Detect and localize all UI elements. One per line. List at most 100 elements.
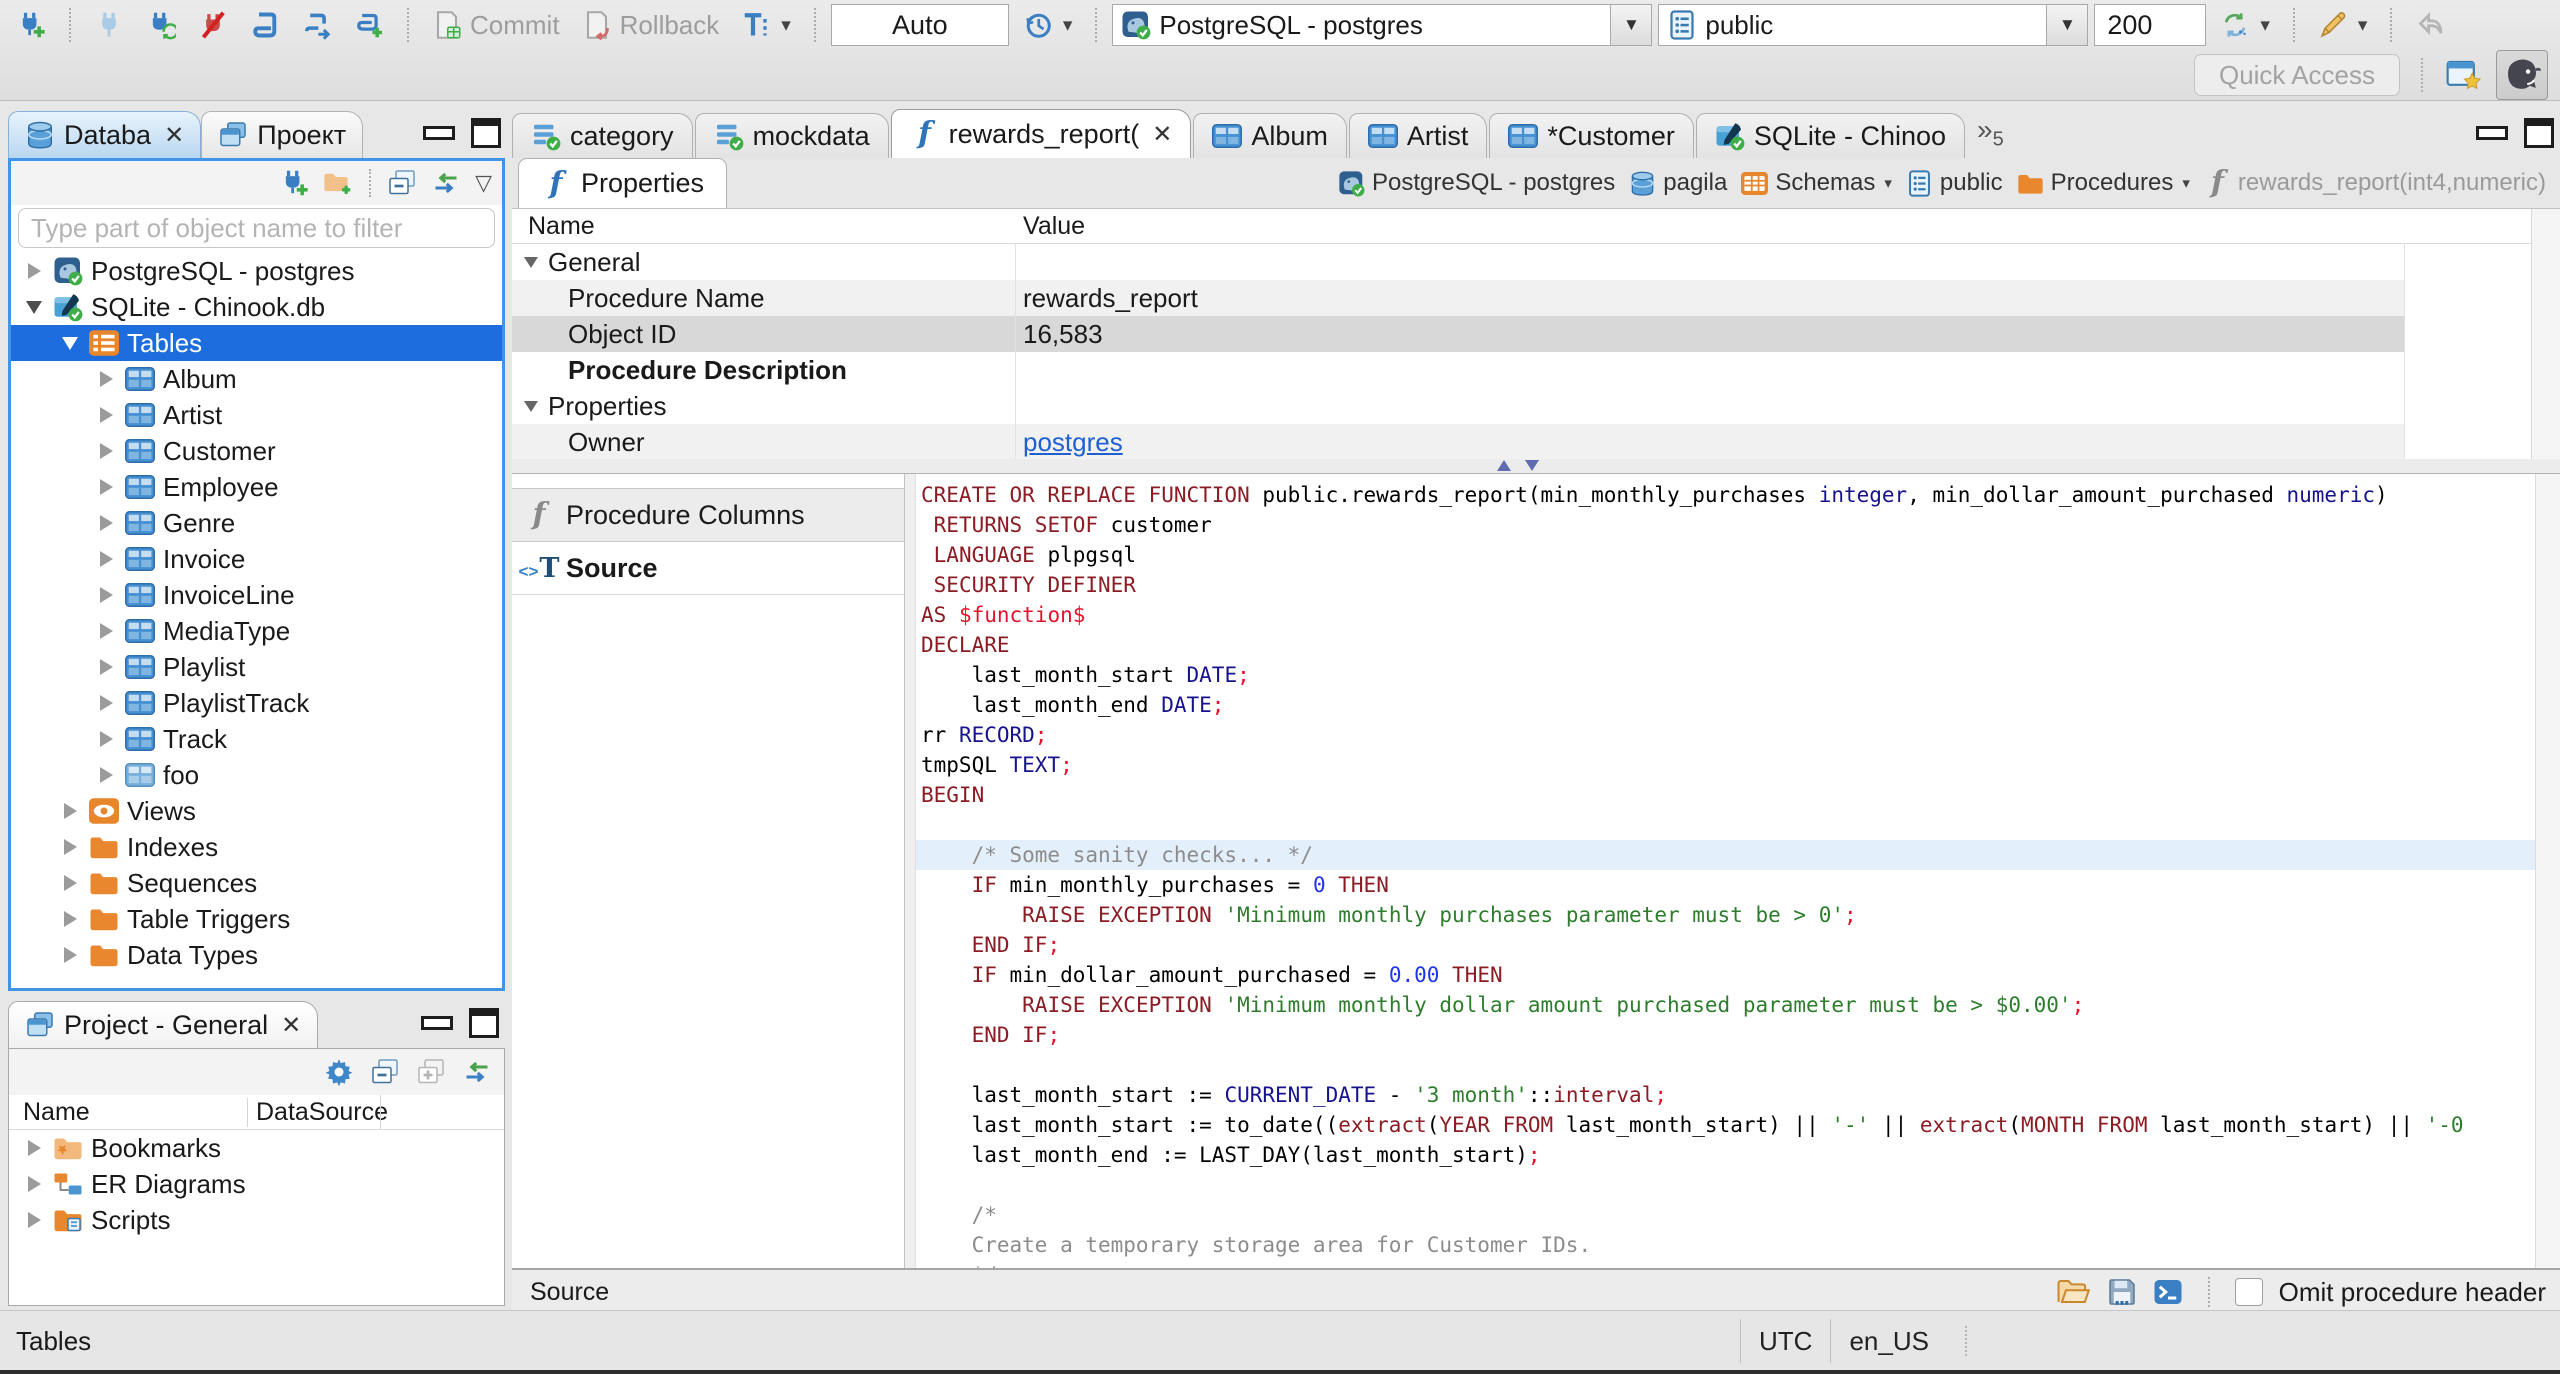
breadcrumb-item-schemas[interactable]: Schemas ▾ bbox=[1741, 169, 1892, 197]
tree-item-track[interactable]: Track bbox=[11, 721, 502, 757]
property-row-properties[interactable]: Properties bbox=[512, 388, 2404, 424]
rollback-button[interactable]: Rollback bbox=[574, 6, 728, 45]
source-code[interactable]: CREATE OR REPLACE FUNCTION public.reward… bbox=[916, 474, 2560, 1268]
back-button[interactable] bbox=[2407, 6, 2453, 44]
expand-expander-icon[interactable] bbox=[95, 659, 117, 675]
link-editor-icon[interactable] bbox=[462, 1057, 492, 1087]
property-value-link[interactable]: postgres bbox=[1023, 427, 1123, 457]
transaction-mode-button[interactable]: ▾ bbox=[733, 6, 799, 44]
new-sql-editor-button[interactable] bbox=[346, 6, 392, 44]
collapse-expander-icon[interactable] bbox=[59, 336, 81, 350]
editor-tab-category[interactable]: category bbox=[512, 113, 693, 158]
new-folder-icon[interactable] bbox=[323, 168, 353, 198]
disconnect-button[interactable] bbox=[190, 6, 236, 44]
expand-expander-icon[interactable] bbox=[95, 695, 117, 711]
source-editor[interactable]: CREATE OR REPLACE FUNCTION public.reward… bbox=[905, 474, 2560, 1268]
tree-item-customer[interactable]: Customer bbox=[11, 433, 502, 469]
minimize-icon[interactable] bbox=[421, 1016, 453, 1030]
expand-expander-icon[interactable] bbox=[95, 551, 117, 567]
collapse-expander-icon[interactable] bbox=[524, 256, 538, 268]
gear-icon[interactable] bbox=[324, 1057, 354, 1087]
open-sql-script-button[interactable] bbox=[294, 6, 340, 44]
editor-tab-rewards-report[interactable]: f rewards_report(✕ bbox=[890, 109, 1192, 158]
new-connection-icon[interactable] bbox=[279, 168, 309, 198]
tree-item-invoiceline[interactable]: InvoiceLine bbox=[11, 577, 502, 613]
expand-expander-icon[interactable] bbox=[23, 1176, 45, 1192]
tree-item-indexes[interactable]: Indexes bbox=[11, 829, 502, 865]
expand-expander-icon[interactable] bbox=[95, 371, 117, 387]
collapse-all-icon[interactable] bbox=[370, 1057, 400, 1087]
collapse-all-icon[interactable] bbox=[387, 168, 417, 198]
collapse-expander-icon[interactable] bbox=[23, 300, 45, 314]
expand-expander-icon[interactable] bbox=[59, 947, 81, 963]
filter-input[interactable] bbox=[18, 208, 495, 248]
editor-tab-sqlite-chinoo[interactable]: SQLite - Chinoo bbox=[1695, 113, 1966, 158]
expand-expander-icon[interactable] bbox=[23, 1212, 45, 1228]
connect-button[interactable] bbox=[86, 6, 132, 44]
tree-item-foo[interactable]: foo bbox=[11, 757, 502, 793]
open-in-sql-console-icon[interactable] bbox=[2153, 1277, 2183, 1307]
sql-generate-button[interactable]: ▾ bbox=[2310, 6, 2376, 44]
expand-expander-icon[interactable] bbox=[23, 1140, 45, 1156]
omit-procedure-header-checkbox[interactable] bbox=[2234, 1278, 2263, 1306]
dropdown-arrow-icon[interactable]: ▼ bbox=[1610, 5, 1652, 45]
property-row-object-id[interactable]: Object ID 16,583 bbox=[512, 316, 2404, 352]
expand-expander-icon[interactable] bbox=[23, 263, 45, 279]
close-icon[interactable]: ✕ bbox=[164, 121, 184, 150]
expand-expander-icon[interactable] bbox=[59, 839, 81, 855]
expand-expander-icon[interactable] bbox=[95, 515, 117, 531]
expand-expander-icon[interactable] bbox=[95, 407, 117, 423]
expand-expander-icon[interactable] bbox=[59, 803, 81, 819]
breadcrumb-item-postgresql-postgres[interactable]: PostgreSQL - postgres bbox=[1338, 169, 1615, 197]
maximize-icon[interactable] bbox=[2524, 118, 2554, 148]
minimize-icon[interactable] bbox=[423, 126, 455, 140]
refresh-button[interactable]: ▾ bbox=[2212, 6, 2278, 44]
schema-select[interactable]: public ▼ bbox=[1658, 4, 2089, 46]
column-header-value[interactable]: Value bbox=[1015, 212, 1085, 241]
tree-item-artist[interactable]: Artist bbox=[11, 397, 502, 433]
breadcrumb-item-rewards-report-int4-numeric[interactable]: f rewards_report(int4,numeric) bbox=[2204, 168, 2546, 198]
breadcrumb-item-pagila[interactable]: pagila bbox=[1629, 169, 1727, 197]
expand-expander-icon[interactable] bbox=[59, 875, 81, 891]
project-item-bookmarks[interactable]: Bookmarks bbox=[9, 1130, 504, 1166]
locale-indicator[interactable]: en_US bbox=[1831, 1319, 1947, 1363]
column-header-datasource[interactable]: DataSource bbox=[247, 1097, 388, 1127]
expand-all-icon[interactable] bbox=[416, 1057, 446, 1087]
fetch-size-input[interactable]: 200 bbox=[2094, 4, 2207, 46]
commit-button[interactable]: Commit bbox=[424, 6, 568, 45]
splitter-up-icon[interactable] bbox=[1497, 460, 1511, 471]
expand-expander-icon[interactable] bbox=[59, 911, 81, 927]
tree-item-playlist[interactable]: Playlist bbox=[11, 649, 502, 685]
editor-tab-mockdata[interactable]: mockdata bbox=[694, 113, 889, 158]
tree-item-views[interactable]: Views bbox=[11, 793, 502, 829]
link-editor-icon[interactable] bbox=[431, 168, 461, 198]
chevron-down-icon[interactable]: ▾ bbox=[2182, 174, 2190, 192]
collapse-expander-icon[interactable] bbox=[524, 400, 538, 412]
chevron-down-icon[interactable]: ▾ bbox=[1884, 174, 1892, 192]
grid-scrollbar[interactable] bbox=[2531, 209, 2560, 459]
editor-tab-artist[interactable]: Artist bbox=[1348, 113, 1488, 158]
connection-select[interactable]: PostgreSQL - postgres ▼ bbox=[1112, 4, 1653, 46]
property-row-procedure-description[interactable]: Procedure Description bbox=[512, 352, 2404, 388]
tree-item-sequences[interactable]: Sequences bbox=[11, 865, 502, 901]
tree-item-album[interactable]: Album bbox=[11, 361, 502, 397]
property-row-owner[interactable]: Owner postgres bbox=[512, 424, 2404, 460]
tree-item-playlisttrack[interactable]: PlaylistTrack bbox=[11, 685, 502, 721]
column-header-name[interactable]: Name bbox=[9, 1098, 247, 1127]
view-menu-icon[interactable]: ▽ bbox=[475, 170, 492, 196]
tree-item-sqlite-chinook-db[interactable]: SQLite - Chinook.db bbox=[11, 289, 502, 325]
tree-item-data-types[interactable]: Data Types bbox=[11, 937, 502, 973]
panel-splitter[interactable] bbox=[512, 459, 2560, 473]
property-row-general[interactable]: General bbox=[512, 244, 2404, 280]
dropdown-arrow-icon[interactable]: ▼ bbox=[2046, 5, 2088, 45]
expand-expander-icon[interactable] bbox=[95, 479, 117, 495]
timezone-indicator[interactable]: UTC bbox=[1740, 1319, 1832, 1363]
editor-tab-album[interactable]: Album bbox=[1193, 113, 1347, 158]
tab-procedure-columns[interactable]: f Procedure Columns bbox=[512, 488, 904, 542]
quick-access-input[interactable]: Quick Access bbox=[2194, 54, 2400, 96]
tree-item-genre[interactable]: Genre bbox=[11, 505, 502, 541]
minimize-icon[interactable] bbox=[2476, 126, 2508, 140]
save-to-file-icon[interactable] bbox=[2107, 1277, 2137, 1307]
editor-scrollbar[interactable] bbox=[2535, 474, 2560, 1268]
tree-item-employee[interactable]: Employee bbox=[11, 469, 502, 505]
